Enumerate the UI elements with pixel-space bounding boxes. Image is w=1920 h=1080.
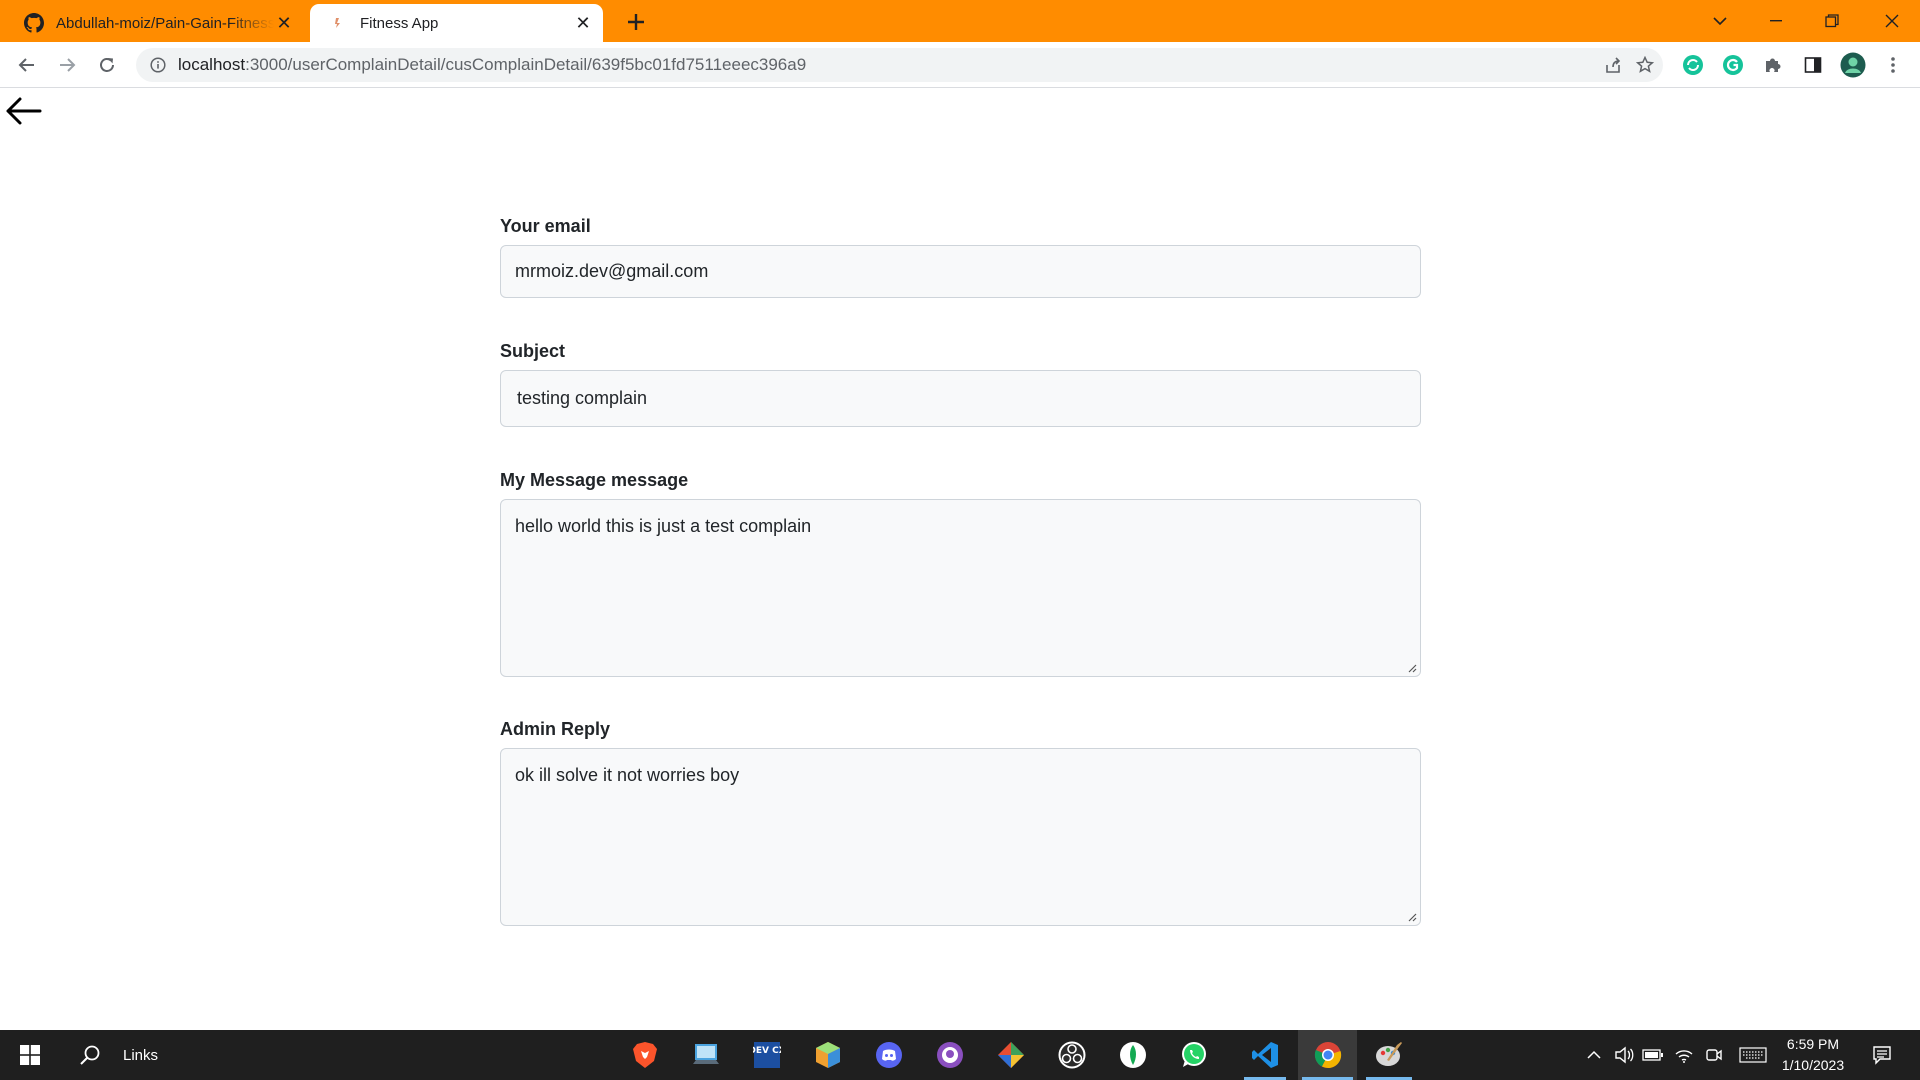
grammarly-icon[interactable] — [1719, 51, 1747, 79]
subject-label: Subject — [500, 341, 566, 361]
keyboard-icon[interactable] — [1738, 1030, 1768, 1080]
email-value: mrmoiz.dev@gmail.com — [515, 261, 709, 281]
clock-date: 1/10/2023 — [1781, 1057, 1845, 1073]
reply-label: Admin Reply — [500, 719, 611, 739]
github-icon — [24, 13, 44, 33]
back-arrow-icon[interactable] — [4, 94, 44, 128]
vscode-icon[interactable] — [1240, 1030, 1290, 1080]
fitness-icon — [328, 13, 348, 33]
cube-icon[interactable] — [803, 1030, 853, 1080]
forward-button[interactable] — [51, 49, 83, 81]
restore-button[interactable] — [1804, 0, 1860, 42]
side-panel-icon[interactable] — [1799, 51, 1827, 79]
obs-icon[interactable] — [1047, 1030, 1097, 1080]
minimize-button[interactable] — [1748, 0, 1804, 42]
tab-strip: Abdullah-moiz/Pain-Gain-Fitness ✕ Fitnes… — [0, 0, 1920, 42]
notification-center-icon[interactable] — [1867, 1030, 1897, 1080]
profile-avatar[interactable] — [1839, 51, 1867, 79]
email-field[interactable]: mrmoiz.dev@gmail.com — [500, 245, 1421, 298]
back-button[interactable] — [11, 49, 43, 81]
volume-icon[interactable] — [1612, 1030, 1636, 1080]
url-text: localhost:3000/userComplainDetail/cusCom… — [178, 55, 806, 75]
reply-value: ok ill solve it not worries boy — [515, 765, 740, 785]
resize-grip-icon[interactable] — [1407, 663, 1417, 673]
resize-grip-icon[interactable] — [1407, 912, 1417, 922]
wifi-icon[interactable] — [1672, 1030, 1696, 1080]
url-path: :3000/userComplainDetail/cusComplainDeta… — [245, 55, 807, 74]
tab-fitness-app[interactable]: Fitness App ✕ — [310, 4, 603, 42]
share-icon[interactable] — [1598, 48, 1628, 82]
close-tab-icon[interactable]: ✕ — [274, 13, 294, 33]
subject-field[interactable]: testing complain — [500, 370, 1421, 427]
git-icon[interactable] — [986, 1030, 1036, 1080]
tray-chevron-icon[interactable] — [1582, 1030, 1606, 1080]
tab-title: Fitness App — [360, 14, 439, 32]
paint-icon[interactable] — [1362, 1030, 1416, 1080]
system-clock[interactable]: 6:59 PM 1/10/2023 — [1772, 1034, 1854, 1076]
discord-icon[interactable] — [864, 1030, 914, 1080]
battery-icon[interactable] — [1641, 1030, 1665, 1080]
extension-sync-icon[interactable] — [1679, 51, 1707, 79]
site-info-icon[interactable] — [148, 57, 168, 73]
search-icon[interactable] — [65, 1030, 115, 1080]
url-host: localhost — [178, 55, 246, 74]
message-label: My Message message — [500, 470, 689, 490]
computer-icon[interactable] — [681, 1030, 731, 1080]
meet-now-icon[interactable] — [1702, 1030, 1726, 1080]
message-value: hello world this is just a test complain — [515, 516, 812, 536]
close-tab-icon[interactable]: ✕ — [573, 13, 593, 33]
windows-taskbar: Links DEV CX — [0, 1030, 1920, 1080]
tab-search-icon[interactable] — [1692, 0, 1748, 42]
tab-title: Abdullah-moiz/Pain-Gain-Fitness — [56, 14, 274, 32]
reload-button[interactable] — [91, 49, 123, 81]
browser-toolbar: localhost:3000/userComplainDetail/cusCom… — [0, 42, 1920, 88]
extensions-puzzle-icon[interactable] — [1759, 51, 1787, 79]
complain-detail-form: Your email mrmoiz.dev@gmail.com Subject … — [500, 216, 1421, 926]
devcx-icon[interactable]: DEV CX — [742, 1030, 792, 1080]
whatsapp-icon[interactable] — [1169, 1030, 1219, 1080]
mongodb-icon[interactable] — [1108, 1030, 1158, 1080]
subject-value: testing complain — [517, 388, 648, 408]
clock-time: 6:59 PM — [1786, 1036, 1840, 1052]
taskbar-search-text[interactable]: Links — [123, 1030, 158, 1080]
bookmark-star-icon[interactable] — [1630, 48, 1660, 82]
tab-github[interactable]: Abdullah-moiz/Pain-Gain-Fitness ✕ — [12, 4, 304, 42]
windows-start-icon[interactable] — [5, 1030, 55, 1080]
github-desktop-icon[interactable] — [925, 1030, 975, 1080]
menu-kebab-icon[interactable] — [1879, 51, 1907, 79]
chrome-icon[interactable] — [1298, 1030, 1357, 1080]
devcx-label: DEV CX — [753, 1046, 781, 1056]
message-textarea[interactable]: hello world this is just a test complain — [500, 499, 1421, 677]
reply-textarea[interactable]: ok ill solve it not worries boy — [500, 748, 1421, 926]
brave-icon[interactable] — [620, 1030, 670, 1080]
new-tab-button[interactable] — [622, 8, 650, 36]
email-label: Your email — [500, 216, 591, 236]
address-bar[interactable]: localhost:3000/userComplainDetail/cusCom… — [136, 48, 1663, 82]
close-window-button[interactable] — [1864, 0, 1920, 42]
